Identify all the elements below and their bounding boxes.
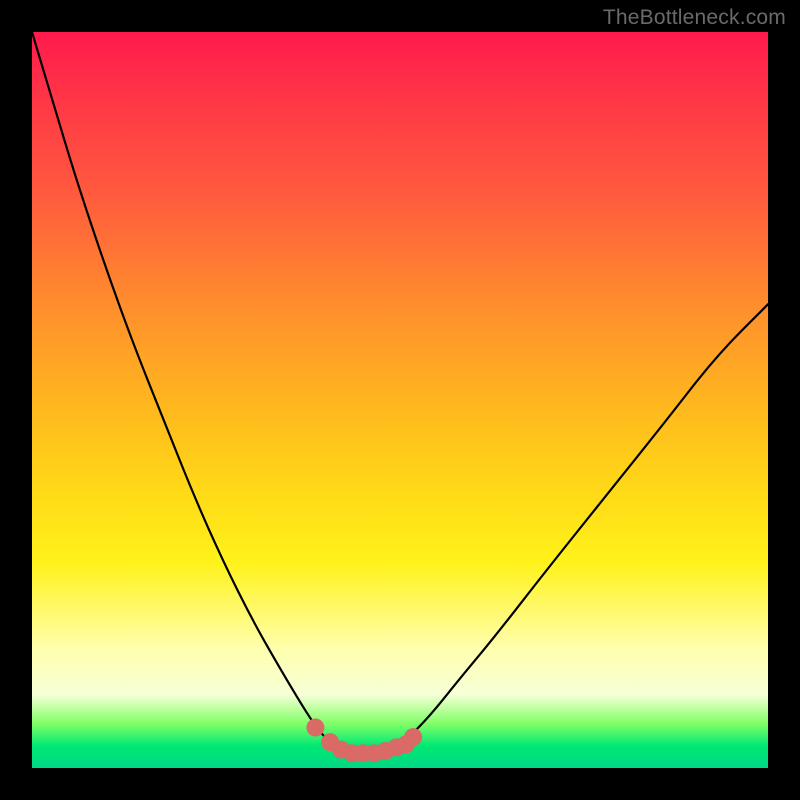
curve-path (32, 32, 768, 753)
bottom-cluster-markers (306, 719, 422, 763)
watermark-text: TheBottleneck.com (603, 6, 786, 30)
marker-dot (306, 719, 324, 737)
chart-frame: TheBottleneck.com (0, 0, 800, 800)
marker-dot (404, 728, 422, 746)
chart-svg (32, 32, 768, 768)
bottleneck-curve (32, 32, 768, 753)
plot-area (32, 32, 768, 768)
